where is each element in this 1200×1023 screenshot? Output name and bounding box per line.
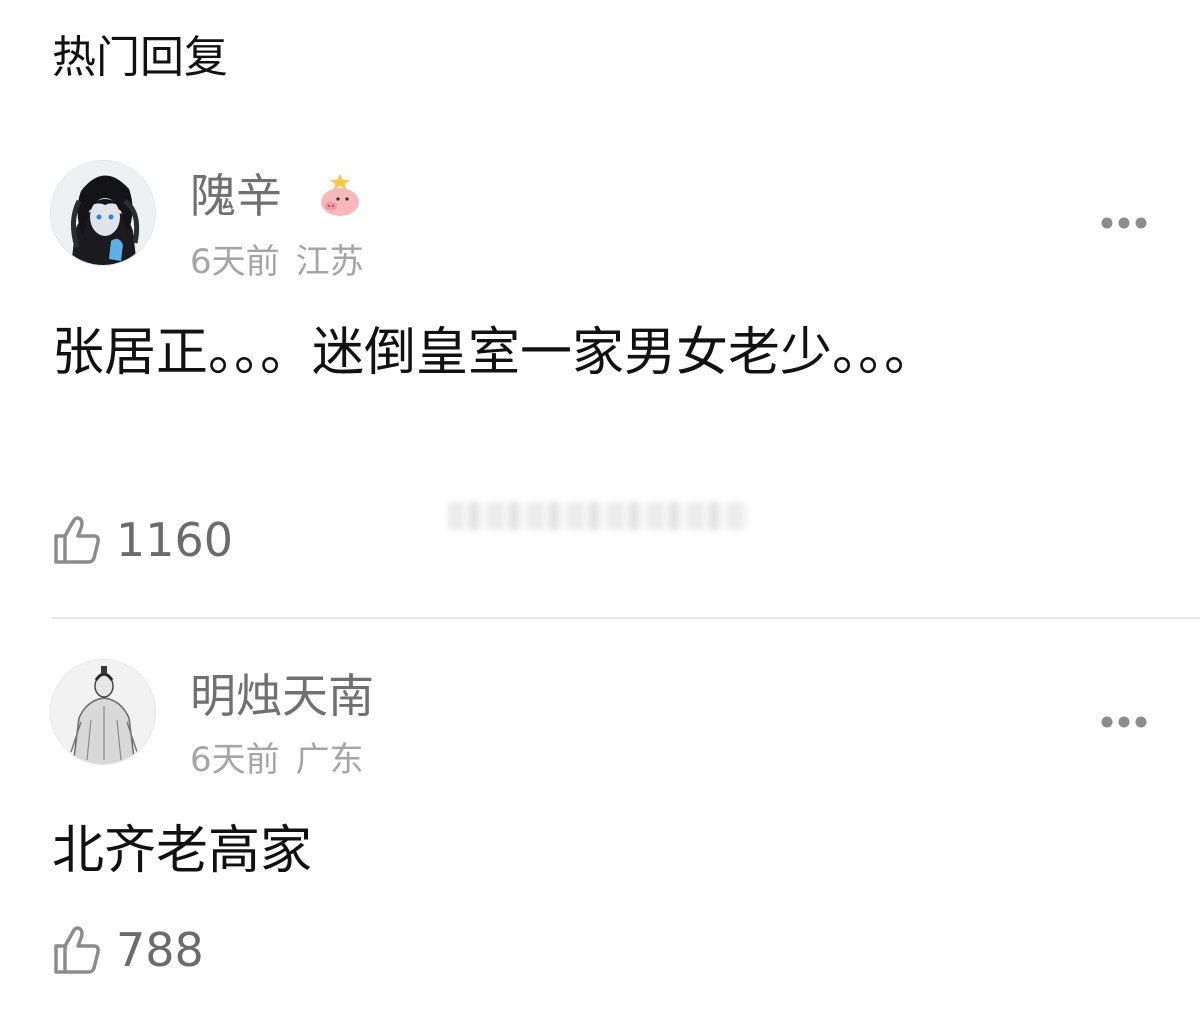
thumbs-up-icon (54, 926, 100, 974)
blurred-text (448, 502, 748, 530)
comment-divider (52, 617, 1200, 619)
username[interactable]: 隗辛 (190, 168, 282, 224)
like-button[interactable]: 788 (52, 922, 204, 978)
comment-meta: 6天前 广东 (190, 738, 380, 782)
like-button[interactable]: 1160 (52, 512, 233, 568)
comment-content: 北齐老高家 (52, 821, 313, 881)
comment-meta: 6天前 江苏 (190, 240, 380, 284)
comment-content: 张居正。。。迷倒皇室一家男女老少。。。 (52, 323, 937, 383)
comment-location: 广东 (295, 740, 364, 780)
comment-location: 江苏 (295, 242, 364, 282)
comment-time: 6天前 (190, 242, 280, 282)
pig-badge-icon (316, 172, 364, 220)
username[interactable]: 明烛天南 (190, 668, 374, 724)
user-avatar[interactable] (50, 659, 156, 765)
sketch-figure-avatar-image (51, 660, 155, 764)
like-count: 1160 (116, 513, 234, 567)
comment-time: 6天前 (190, 740, 280, 780)
like-count: 788 (116, 923, 204, 977)
section-title: 热门回复 (52, 32, 228, 83)
more-options-icon[interactable] (1100, 215, 1148, 229)
more-options-icon[interactable] (1100, 714, 1148, 728)
anime-boy-avatar-image (51, 161, 155, 265)
user-avatar[interactable] (50, 160, 156, 266)
thumbs-up-icon (54, 516, 100, 564)
